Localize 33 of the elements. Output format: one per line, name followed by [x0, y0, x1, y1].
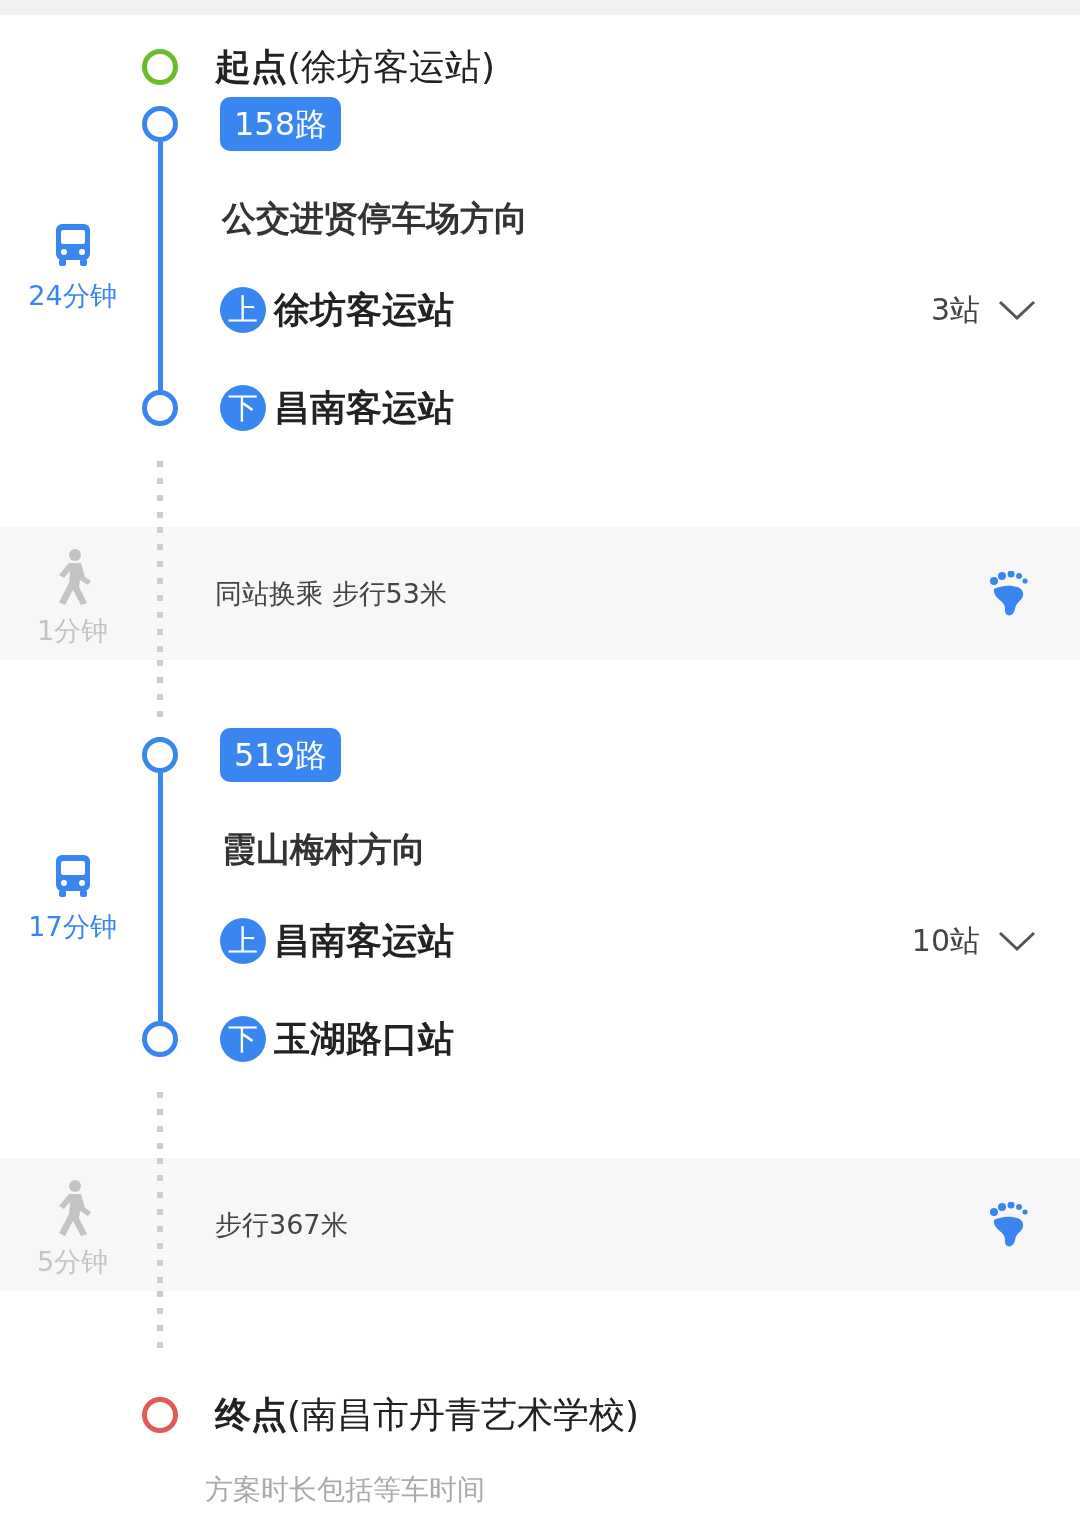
duration-label: 17分钟	[28, 910, 117, 944]
walk-description: 步行367米	[215, 1207, 348, 1242]
footnote: 方案时长包括等车时间	[205, 1472, 485, 1508]
stop-node	[142, 390, 178, 426]
stop-count-button[interactable]: 10站	[911, 920, 1036, 962]
stop-node	[142, 1021, 178, 1057]
chevron-down-icon	[998, 299, 1036, 321]
chevron-down-icon	[998, 930, 1036, 952]
end-label: 终点(南昌市丹青艺术学校)	[215, 1392, 640, 1437]
boarding-badge: 上	[220, 918, 266, 964]
direction-label: 霞山梅村方向	[222, 828, 426, 871]
route-badge: 519路	[220, 728, 342, 782]
start-label: 起点(徐坊客运站)	[215, 44, 496, 89]
end-node	[142, 1397, 178, 1433]
alighting-badge: 下	[220, 1016, 266, 1062]
route-badge: 158路	[220, 97, 342, 151]
boarding-badge: 上	[220, 287, 266, 333]
stop-name: 玉湖路口站	[274, 1016, 454, 1061]
stop-name: 徐坊客运站	[274, 287, 454, 332]
stop-name: 昌南客运站	[274, 918, 454, 963]
stop-name: 昌南客运站	[274, 385, 454, 430]
footprint-icon	[988, 570, 1028, 617]
direction-label: 公交进贤停车场方向	[222, 197, 528, 240]
footprint-icon	[988, 1201, 1028, 1248]
bus-icon	[54, 855, 91, 897]
walk-description: 同站换乘 步行53米	[215, 576, 447, 611]
duration-label: 24分钟	[28, 279, 117, 313]
stop-node	[142, 737, 178, 773]
stop-node	[142, 106, 178, 142]
bus-icon	[54, 224, 91, 266]
start-node	[142, 49, 178, 85]
alighting-badge: 下	[220, 385, 266, 431]
stop-count-button[interactable]: 3站	[930, 289, 1036, 331]
